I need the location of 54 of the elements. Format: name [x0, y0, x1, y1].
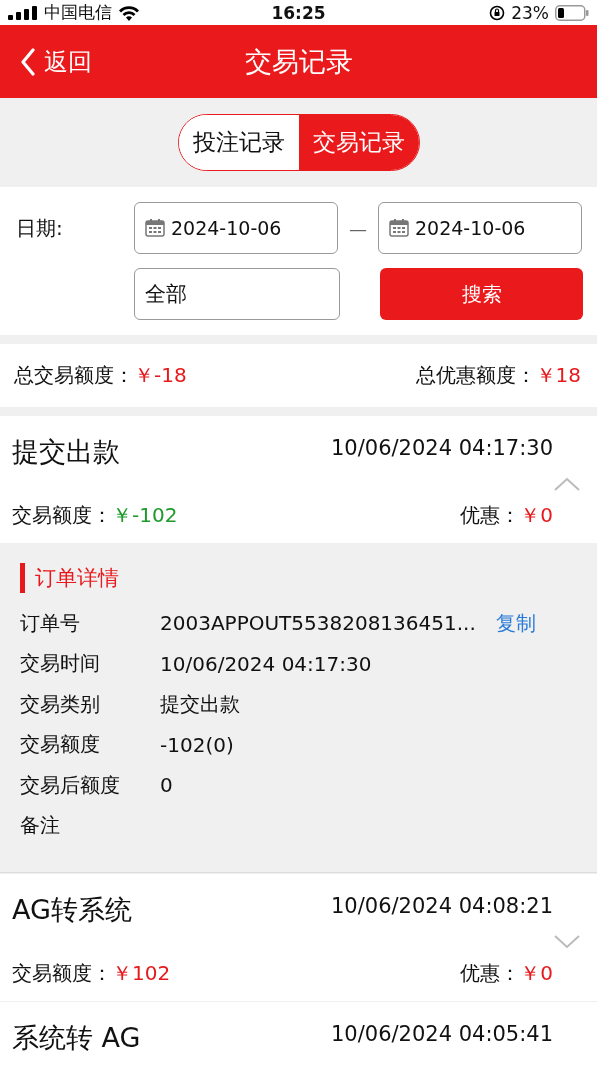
bonus-value: ￥0	[520, 503, 553, 527]
record-card[interactable]: 提交出款 10/06/2024 04:17:30 交易额度：￥-102 优惠：￥0	[0, 416, 597, 543]
record-card[interactable]: AG转系统 10/06/2024 04:08:21 交易额度：￥102 优惠：￥0	[0, 874, 597, 1001]
detail-label: 备注	[20, 812, 61, 840]
total-bonus: 总优惠额度：￥18	[415, 362, 581, 389]
amount-label: 交易额度：	[12, 961, 112, 985]
type-select[interactable]: 全部	[134, 268, 340, 320]
end-date-field[interactable]: 2024-10-06	[378, 202, 582, 254]
amount-label: 交易额度：	[12, 503, 112, 527]
wifi-icon	[118, 4, 140, 21]
start-date-field[interactable]: 2024-10-06	[134, 202, 338, 254]
detail-value: 0	[160, 773, 173, 798]
detail-label: 交易后额度	[20, 771, 121, 799]
detail-value: -102(0)	[160, 732, 234, 757]
signal-icon	[8, 5, 38, 20]
total-transaction: 总交易额度：￥-18	[14, 362, 187, 389]
rotation-lock-icon	[489, 4, 506, 21]
detail-label: 交易类别	[20, 690, 101, 718]
carrier-name: 中国电信	[44, 1, 112, 24]
accent-bar	[20, 563, 25, 593]
calendar-icon	[389, 219, 409, 237]
battery-icon	[555, 4, 589, 21]
detail-label: 交易额度	[20, 731, 101, 759]
clock-time: 16:25	[271, 2, 326, 23]
tab[interactable]: 交易记录	[298, 115, 419, 170]
range-separator: —	[348, 217, 368, 239]
record-time: 10/06/2024 04:05:41	[330, 1022, 553, 1046]
record-card[interactable]: 系统转 AG 10/06/2024 04:05:41	[0, 1002, 597, 1067]
bonus-label: 优惠：	[460, 961, 521, 985]
amount-value: ￥-102	[112, 503, 178, 527]
battery-percent: 23%	[511, 2, 549, 23]
search-button[interactable]: 搜索	[380, 268, 583, 320]
record-title: AG转系统	[12, 893, 132, 927]
calendar-icon	[145, 219, 165, 237]
copy-link[interactable]: 复制	[495, 609, 536, 637]
chevron-down-icon[interactable]	[553, 934, 581, 950]
detail-value: 10/06/2024 04:17:30	[160, 651, 372, 676]
chevron-left-icon	[20, 47, 36, 76]
chevron-up-icon[interactable]	[553, 476, 581, 492]
detail-value: 提交出款	[160, 690, 240, 718]
page-title: 交易记录	[244, 44, 353, 79]
record-title: 提交出款	[12, 435, 120, 469]
bonus-label: 优惠：	[460, 503, 521, 527]
record-time: 10/06/2024 04:08:21	[330, 894, 553, 918]
back-button[interactable]: 返回	[0, 45, 92, 78]
detail-value: 2003APPOUT5538208136451...	[160, 611, 476, 636]
detail-label: 交易时间	[20, 650, 101, 678]
amount-value: ￥102	[112, 961, 171, 985]
bonus-value: ￥0	[520, 961, 553, 985]
record-title: 系统转 AG	[12, 1021, 141, 1055]
details-heading: 订单详情	[35, 565, 119, 592]
date-label: 日期:	[16, 214, 64, 242]
record-time: 10/06/2024 04:17:30	[330, 436, 553, 460]
detail-label: 订单号	[20, 609, 81, 637]
